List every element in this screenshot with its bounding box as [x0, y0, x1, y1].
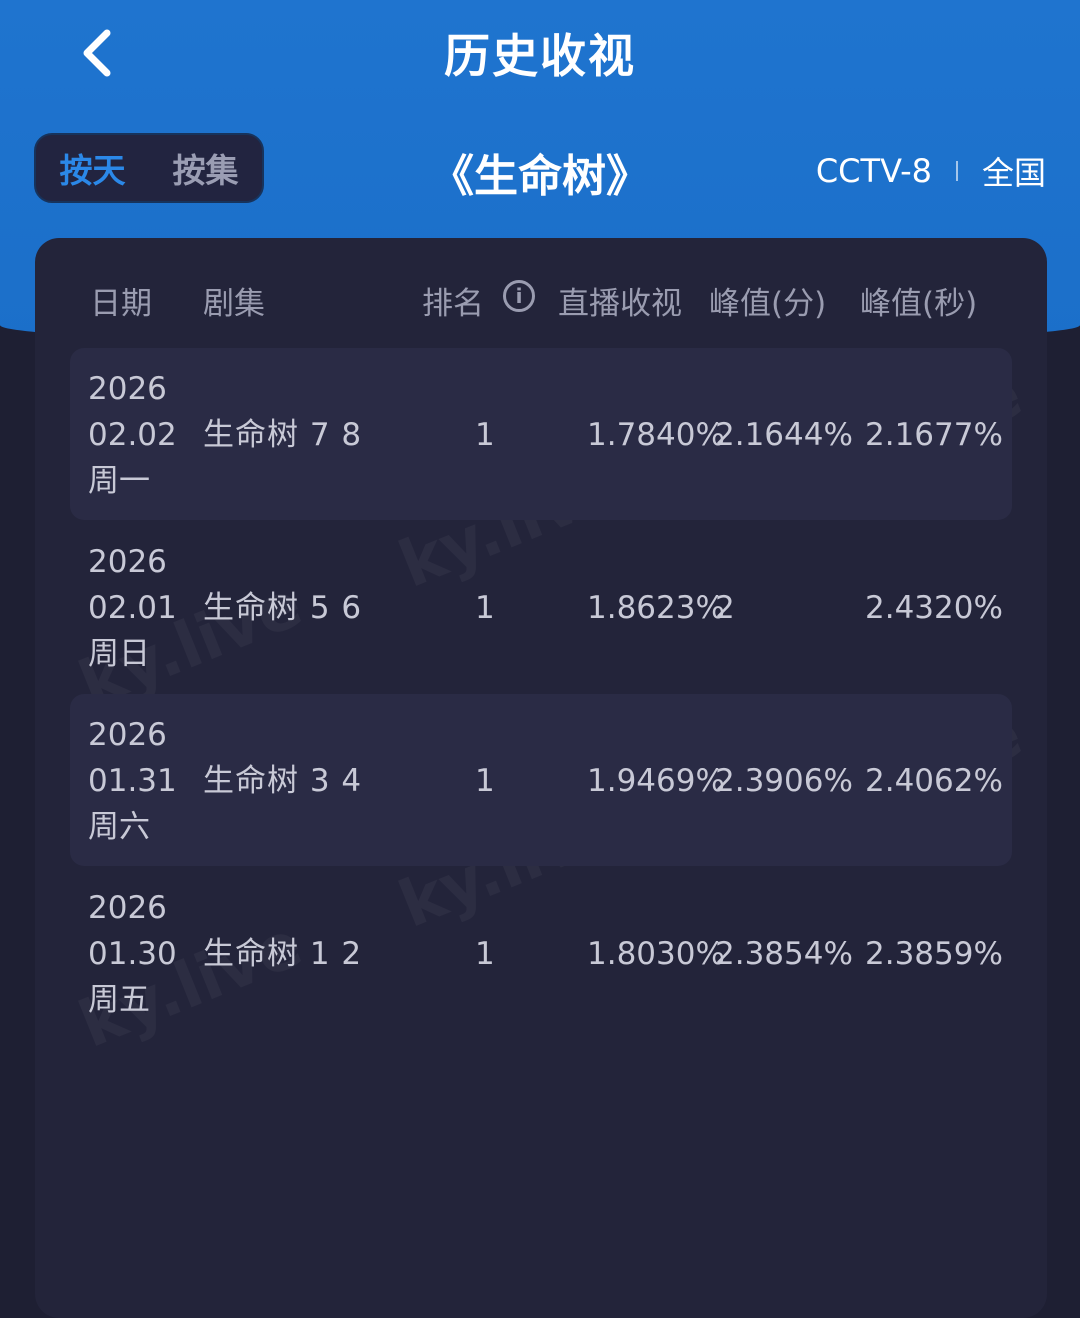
mode-toggle: 按天 按集 [34, 133, 264, 203]
col-live: 直播收视 [558, 286, 682, 322]
show-title: 《生命树》 [430, 151, 650, 202]
peak-second-cell: 2.4320% [865, 590, 1003, 626]
col-peak-second: 峰值(秒) [860, 286, 978, 322]
col-episode: 剧集 [203, 286, 265, 322]
ratings-card: 日期 剧集 排名 直播收视 峰值(分) 峰值(秒) i ky.live ky.l… [35, 238, 1047, 1318]
episode-cell: 生命树 1 2 [203, 936, 363, 972]
rank-cell: 1 [475, 936, 495, 972]
peak-second-cell: 2.4062% [865, 763, 1003, 799]
rank-cell: 1 [475, 590, 495, 626]
table-row[interactable]: 2026 02.01 周日 生命树 5 6 1 1.8623% 2 2.4320… [70, 521, 1012, 693]
rank-cell: 1 [475, 763, 495, 799]
peak-minute-cell: 2 [715, 590, 735, 626]
divider [955, 161, 958, 181]
rank-cell: 1 [475, 417, 495, 453]
page-title: 历史收视 [444, 29, 636, 83]
peak-second-cell: 2.3859% [865, 936, 1003, 972]
peak-minute-cell: 2.3906% [715, 763, 853, 799]
live-rating-cell: 1.7840% [587, 417, 725, 453]
episode-cell: 生命树 3 4 [203, 763, 363, 799]
tab-by-day[interactable]: 按天 [36, 144, 149, 192]
date-cell: 2026 01.31 周六 [88, 717, 177, 845]
peak-minute-cell: 2.3854% [715, 936, 853, 972]
live-rating-cell: 1.9469% [587, 763, 725, 799]
ratings-table: 2026 02.02 周一 生命树 7 8 1 1.7840% 2.1644% … [70, 348, 1012, 1040]
channel-info: CCTV-8 全国 [816, 148, 1046, 194]
table-row[interactable]: 2026 01.30 周五 生命树 1 2 1 1.8030% 2.3854% … [70, 867, 1012, 1039]
channel-label[interactable]: CCTV-8 [816, 152, 932, 190]
peak-minute-cell: 2.1644% [715, 417, 853, 453]
col-date: 日期 [90, 286, 152, 322]
info-icon[interactable]: i [503, 280, 535, 312]
table-row[interactable]: 2026 02.02 周一 生命树 7 8 1 1.7840% 2.1644% … [70, 348, 1012, 520]
episode-cell: 生命树 7 8 [203, 417, 363, 453]
table-row[interactable]: 2026 01.31 周六 生命树 3 4 1 1.9469% 2.3906% … [70, 694, 1012, 866]
episode-cell: 生命树 5 6 [203, 590, 363, 626]
live-rating-cell: 1.8623% [587, 590, 725, 626]
tab-by-episode[interactable]: 按集 [149, 144, 262, 192]
col-peak-minute: 峰值(分) [709, 286, 827, 322]
live-rating-cell: 1.8030% [587, 936, 725, 972]
table-header: 日期 剧集 排名 直播收视 峰值(分) 峰值(秒) [35, 278, 1047, 322]
date-cell: 2026 01.30 周五 [88, 890, 177, 1018]
col-rank: 排名 [422, 286, 484, 322]
date-cell: 2026 02.02 周一 [88, 371, 177, 499]
date-cell: 2026 02.01 周日 [88, 544, 177, 672]
region-label[interactable]: 全国 [982, 148, 1046, 194]
peak-second-cell: 2.1677% [865, 417, 1003, 453]
